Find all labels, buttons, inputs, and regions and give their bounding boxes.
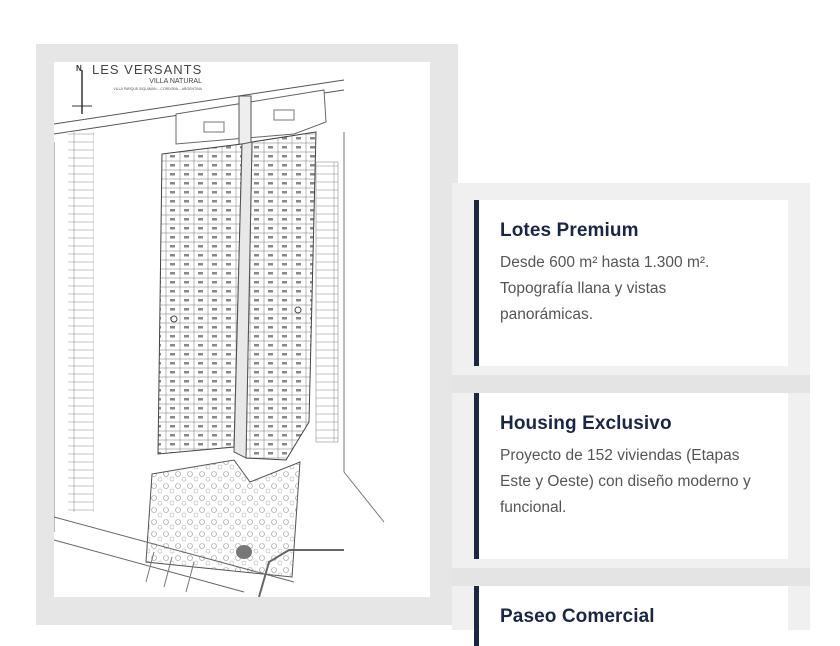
feature-description: Desde 600 m² hasta 1.300 m². Topografía …	[500, 254, 710, 323]
feature-title: Housing Exclusivo	[500, 413, 672, 434]
feature-card-housing-exclusivo: Housing Exclusivo Proyecto de 152 vivien…	[474, 393, 788, 559]
feature-card-lotes-premium: Lotes Premium Desde 600 m² hasta 1.300 m…	[474, 200, 788, 366]
map-title: LES VERSANTS	[92, 62, 202, 77]
north-label: N	[76, 64, 82, 73]
feature-description: Proyecto de 152 viviendas (Etapas Este y…	[500, 447, 751, 516]
map-subtitle: VILLA NATURAL	[149, 78, 202, 85]
north-arrow-icon	[72, 70, 92, 114]
divider	[452, 568, 810, 586]
masterplan-panel: N LES VERSANTS VILLA NATURAL VILLA PARQU…	[36, 44, 458, 625]
masterplan-map-image: N LES VERSANTS VILLA NATURAL VILLA PARQU…	[54, 62, 430, 597]
feature-title: Lotes Premium	[500, 220, 639, 241]
features-list: Lotes Premium Desde 600 m² hasta 1.300 m…	[452, 183, 810, 646]
divider	[452, 375, 810, 393]
map-location: VILLA PARQUE SIQUIMAN – CORDOBA – ARGENT…	[113, 87, 202, 91]
feature-card-paseo-comercial: Paseo Comercial	[474, 586, 788, 646]
feature-title: Paseo Comercial	[500, 606, 655, 627]
